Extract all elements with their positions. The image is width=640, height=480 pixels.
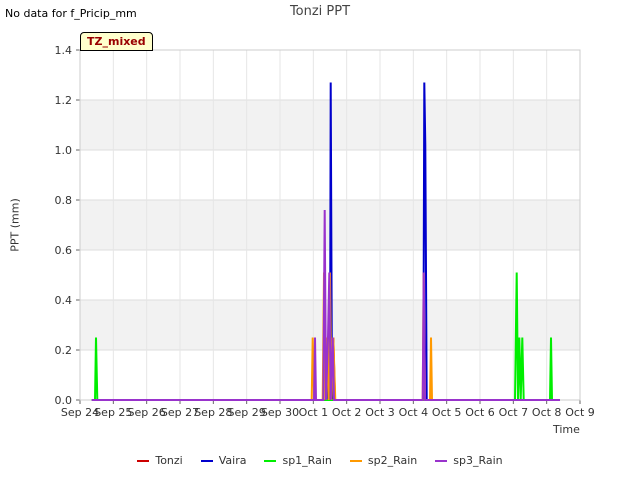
x-tick-label: Oct 9: [565, 406, 595, 419]
legend-item: sp3_Rain: [435, 454, 503, 467]
x-tick-label: Oct 8: [532, 406, 562, 419]
y-tick-label: 0.8: [55, 194, 73, 207]
legend-swatch: [137, 459, 150, 462]
legend-item: Tonzi: [137, 454, 183, 467]
legend-item: sp1_Rain: [264, 454, 332, 467]
y-tick-label: 1.2: [55, 94, 73, 107]
y-tick-label: 0.2: [55, 344, 73, 357]
x-axis-label: Time: [553, 423, 580, 436]
legend-label: sp3_Rain: [453, 454, 503, 467]
x-tick-label: Oct 5: [432, 406, 462, 419]
legend: Tonzi Vaira sp1_Rain sp2_Rain sp3_Rain: [0, 454, 640, 467]
legend-label: Vaira: [218, 454, 247, 467]
y-tick-label: 1.4: [55, 44, 73, 57]
x-tick-label: Oct 1: [299, 406, 329, 419]
x-tick-label: Sep 30: [261, 406, 299, 419]
x-tick-label: Oct 7: [499, 406, 529, 419]
legend-item: sp2_Rain: [349, 454, 418, 467]
legend-label: sp2_Rain: [367, 454, 418, 467]
y-axis-label: PPT (mm): [8, 198, 22, 252]
legend-label: sp1_Rain: [282, 454, 332, 467]
legend-label: Tonzi: [155, 454, 183, 467]
legend-swatch: [264, 459, 277, 462]
legend-swatch: [200, 459, 213, 462]
legend-swatch: [349, 459, 362, 462]
chart-title: Tonzi PPT: [289, 4, 351, 19]
site-badge: TZ_mixed: [80, 32, 153, 51]
x-tick-label: Oct 4: [399, 406, 429, 419]
y-tick-label: 0.6: [55, 244, 73, 257]
chart: 0.00.20.40.60.81.01.21.4Sep 24Sep 25Sep …: [55, 44, 595, 419]
y-tick-label: 0.4: [55, 294, 73, 307]
x-tick-label: Oct 2: [332, 406, 362, 419]
legend-item: Vaira: [200, 454, 247, 467]
y-tick-label: 1.0: [55, 144, 73, 157]
x-tick-label: Oct 6: [465, 406, 495, 419]
legend-swatch: [435, 459, 448, 462]
x-tick-label: Oct 3: [365, 406, 395, 419]
